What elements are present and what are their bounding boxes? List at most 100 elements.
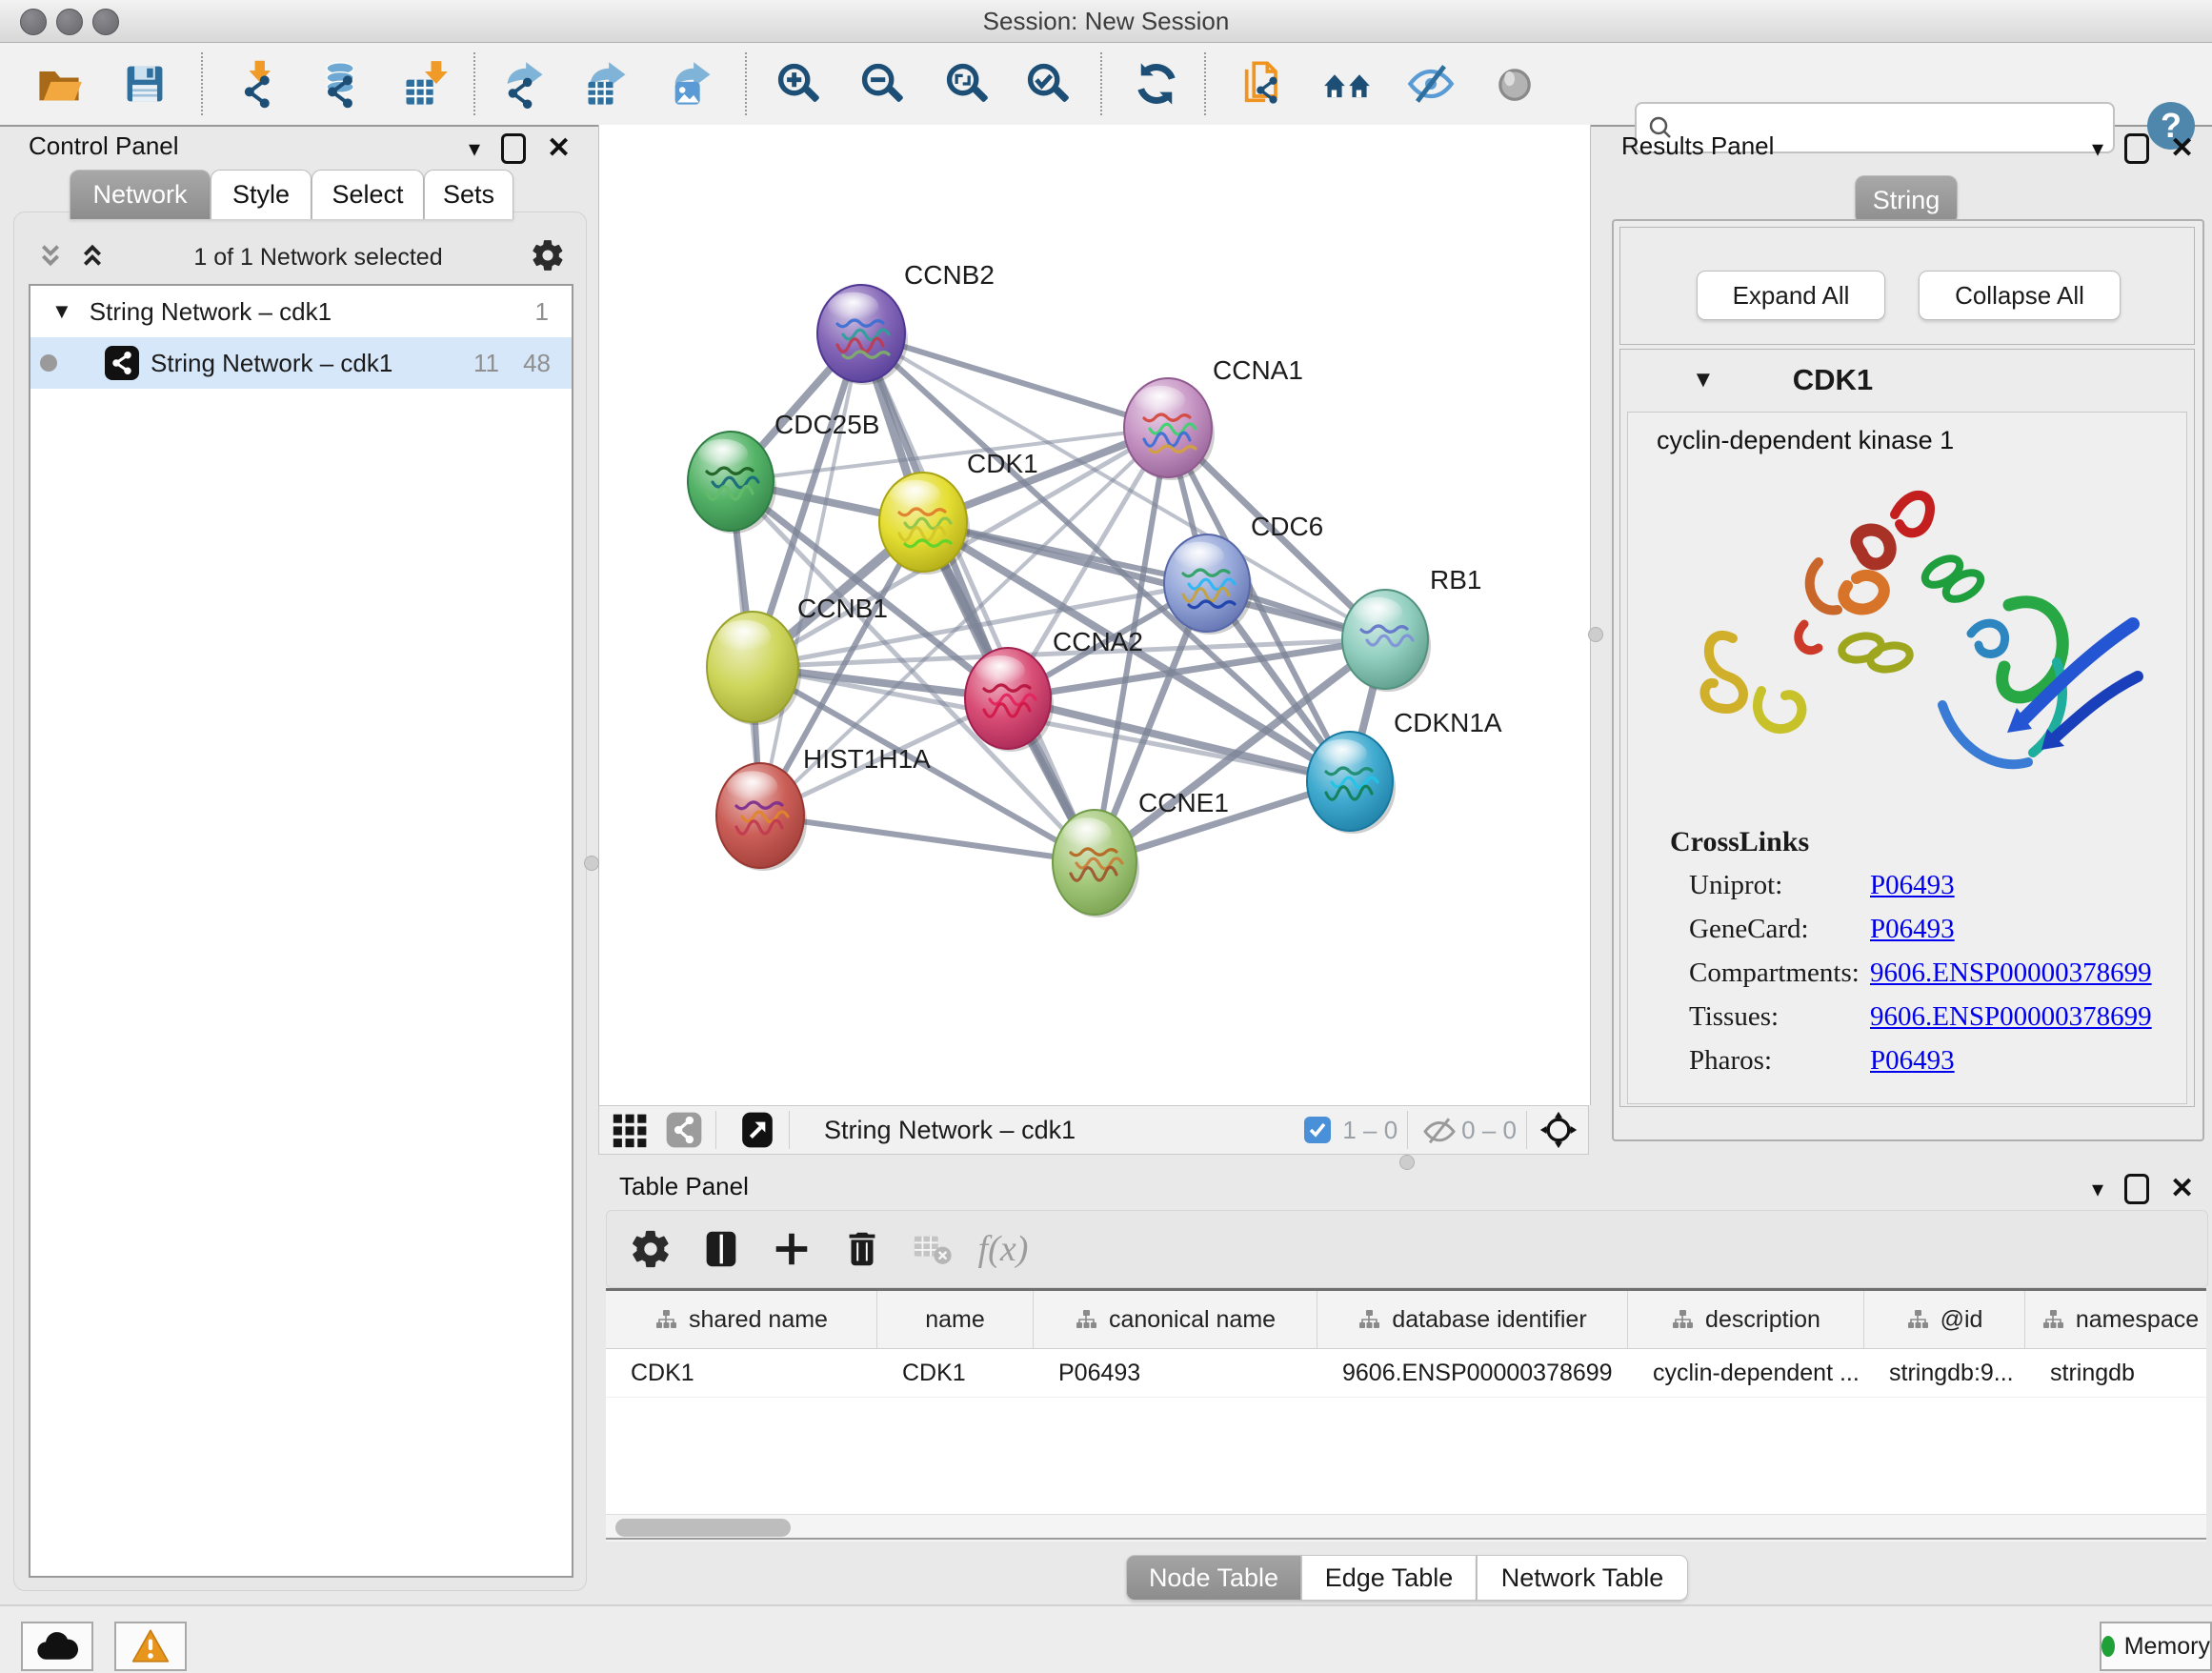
- network-node-HIST1H1A[interactable]: [716, 763, 807, 871]
- column-header-description[interactable]: description: [1628, 1291, 1864, 1348]
- close-panel-icon[interactable]: ✕: [547, 136, 571, 161]
- close-panel-icon[interactable]: ✕: [2170, 136, 2194, 161]
- gene-description: cyclin-dependent kinase 1: [1657, 426, 1954, 455]
- import-network-database-icon[interactable]: [312, 57, 366, 111]
- results-gene-header[interactable]: ▼ CDK1: [1619, 349, 2193, 412]
- column-header-databaseidentifier[interactable]: database identifier: [1317, 1291, 1628, 1348]
- collapse-all-button[interactable]: Collapse All: [1919, 271, 2121, 320]
- network-selection-status: 1 of 1 Network selected: [107, 244, 530, 272]
- gene-name: CDK1: [1793, 363, 1873, 397]
- network-node-CDC6[interactable]: [1164, 534, 1253, 635]
- crosslinks-title: CrossLinks: [1670, 826, 1809, 858]
- cloud-status-button[interactable]: [21, 1622, 93, 1671]
- collapse-panel-icon[interactable]: ▾: [2092, 1176, 2103, 1203]
- crosslink-value-link[interactable]: 9606.ENSP00000378699: [1870, 1001, 2152, 1033]
- selected-nodes-checkbox[interactable]: [1304, 1117, 1331, 1143]
- float-panel-icon[interactable]: [2124, 133, 2149, 164]
- tab-network[interactable]: Network: [70, 170, 211, 219]
- control-panel-tabs: NetworkStyleSelectSets: [70, 170, 513, 219]
- network-node-RB1[interactable]: [1342, 590, 1431, 692]
- network-node-CCNE1[interactable]: [1053, 810, 1139, 917]
- tab-select[interactable]: Select: [312, 170, 424, 219]
- tab-network-table[interactable]: Network Table: [1477, 1555, 1688, 1601]
- close-window-button[interactable]: [20, 9, 47, 35]
- tab-sets[interactable]: Sets: [424, 170, 513, 219]
- tab-edge-table[interactable]: Edge Table: [1301, 1555, 1477, 1601]
- network-node-CDK1[interactable]: [879, 473, 970, 574]
- import-network-file-icon[interactable]: [231, 57, 285, 111]
- column-header-id[interactable]: @id: [1864, 1291, 2025, 1348]
- collapse-panel-icon[interactable]: ▾: [2092, 135, 2103, 163]
- collapse-all-networks-icon[interactable]: [36, 239, 65, 276]
- horizontal-splitter-grip[interactable]: [1399, 1155, 1415, 1170]
- tab-style[interactable]: Style: [211, 170, 312, 219]
- delete-column-icon[interactable]: [835, 1222, 889, 1276]
- minimize-window-button[interactable]: [56, 9, 83, 35]
- network-edge[interactable]: [760, 816, 1095, 862]
- network-node-CCNB2[interactable]: [817, 285, 908, 385]
- network-node-CCNB1[interactable]: [707, 612, 801, 725]
- gene-expander-icon[interactable]: ▼: [1692, 367, 1715, 393]
- zoom-in-icon[interactable]: [772, 57, 825, 111]
- show-all-icon[interactable]: [1488, 57, 1541, 111]
- results-entry-body: cyclin-dependent kinase 1 CrossLinks Uni…: [1627, 412, 2187, 1104]
- refresh-icon[interactable]: [1130, 57, 1183, 111]
- hide-selected-icon[interactable]: [1404, 57, 1458, 111]
- crosslink-value-link[interactable]: P06493: [1870, 870, 1955, 901]
- show-graphics-details-icon[interactable]: [1320, 57, 1374, 111]
- network-share-icon[interactable]: [662, 1108, 706, 1152]
- collapse-panel-icon[interactable]: ▾: [469, 135, 480, 163]
- crosslink-value-link[interactable]: 9606.ENSP00000378699: [1870, 957, 2152, 989]
- birds-eye-view-icon[interactable]: [1537, 1108, 1580, 1152]
- export-image-icon[interactable]: [665, 57, 718, 111]
- close-panel-icon[interactable]: ✕: [2170, 1177, 2194, 1201]
- scrollbar-thumb[interactable]: [615, 1519, 791, 1537]
- tab-node-table[interactable]: Node Table: [1126, 1555, 1301, 1601]
- crosslink-row: Tissues:9606.ENSP00000378699: [1689, 1001, 2165, 1045]
- maximize-window-button[interactable]: [92, 9, 119, 35]
- network-options-gear-icon[interactable]: [530, 237, 566, 278]
- import-table-file-icon[interactable]: [398, 57, 452, 111]
- warning-status-button[interactable]: [114, 1622, 187, 1671]
- add-column-icon[interactable]: [765, 1222, 818, 1276]
- open-session-icon[interactable]: [32, 57, 86, 111]
- column-header-namespace[interactable]: namespace: [2025, 1291, 2206, 1348]
- column-header-canonicalname[interactable]: canonical name: [1034, 1291, 1317, 1348]
- zoom-selected-icon[interactable]: [1021, 57, 1075, 111]
- export-table-icon[interactable]: [580, 57, 633, 111]
- column-settings-icon[interactable]: [624, 1222, 677, 1276]
- network-node-CDKN1A[interactable]: [1307, 732, 1396, 834]
- results-panel-title: Results Panel: [1621, 131, 1774, 160]
- left-splitter-grip[interactable]: [584, 856, 599, 871]
- collection-expander-icon[interactable]: ▼: [51, 299, 72, 324]
- crosslink-value-link[interactable]: P06493: [1870, 914, 1955, 945]
- network-row-selected[interactable]: String Network – cdk1 11 48: [30, 337, 572, 389]
- float-panel-icon[interactable]: [501, 133, 526, 164]
- expand-all-networks-icon[interactable]: [78, 239, 107, 276]
- crosslink-row: GeneCard:P06493: [1689, 914, 2165, 957]
- tab-string[interactable]: String: [1855, 175, 1958, 225]
- memory-button[interactable]: Memory: [2100, 1622, 2212, 1671]
- table-cell: stringdb: [2025, 1349, 2206, 1397]
- export-network-icon[interactable]: [497, 57, 551, 111]
- right-splitter-grip[interactable]: [1588, 627, 1603, 642]
- column-header-sharedname[interactable]: shared name: [606, 1291, 877, 1348]
- expand-all-button[interactable]: Expand All: [1697, 271, 1885, 320]
- network-node-CCNA2[interactable]: [965, 648, 1054, 752]
- open-in-window-icon[interactable]: [735, 1108, 779, 1152]
- network-collection-row[interactable]: ▼ String Network – cdk1 1: [30, 286, 572, 337]
- crosslink-value-link[interactable]: P06493: [1870, 1045, 1955, 1077]
- zoom-out-icon[interactable]: [855, 57, 909, 111]
- network-node-CCNA1[interactable]: [1124, 378, 1215, 480]
- grid-view-icon[interactable]: [609, 1108, 653, 1152]
- float-panel-icon[interactable]: [2124, 1174, 2149, 1204]
- new-network-from-selection-icon[interactable]: [1237, 57, 1290, 111]
- network-canvas[interactable]: CCNB2CCNA1CDC25BCDK1CDC6RB1CCNB1CCNA2CDK…: [598, 125, 1591, 1105]
- column-header-name[interactable]: name: [877, 1291, 1034, 1348]
- save-session-icon[interactable]: [118, 57, 171, 111]
- crosslink-label: Compartments:: [1689, 957, 1860, 989]
- zoom-fit-icon[interactable]: [940, 57, 994, 111]
- network-edge[interactable]: [861, 333, 1095, 862]
- table-row[interactable]: CDK1CDK1P064939606.ENSP00000378699cyclin…: [606, 1349, 2206, 1398]
- show-columns-icon[interactable]: [694, 1222, 748, 1276]
